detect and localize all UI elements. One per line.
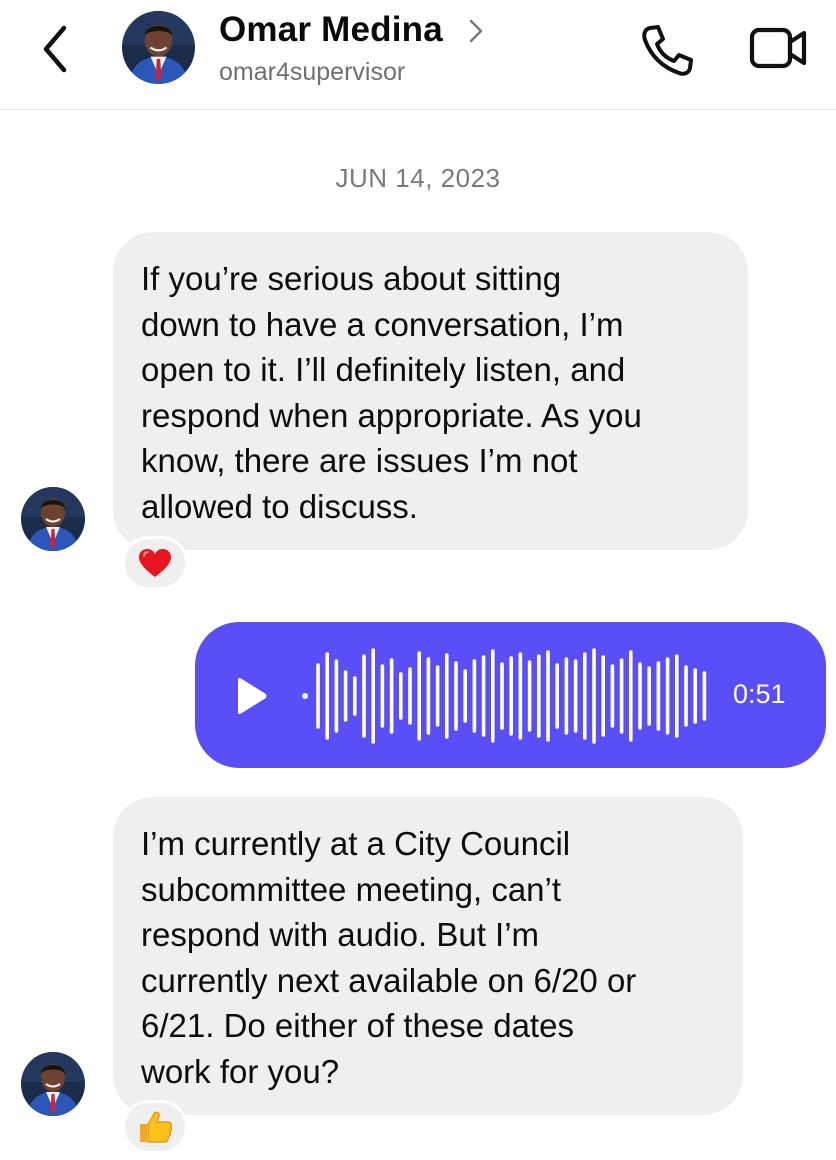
received-message-bubble[interactable]: If you’re serious about sitting down to …	[113, 232, 748, 550]
heart-reaction[interactable]	[122, 536, 188, 590]
message-line: respond with audio. But I’m	[141, 916, 540, 954]
phone-icon	[642, 25, 693, 76]
message-line: know, there are issues I’m not	[141, 442, 578, 480]
contact-handle: omar4supervisor	[219, 58, 406, 86]
message-line: respond when appropriate. As you	[141, 396, 642, 434]
video-call-button[interactable]	[748, 24, 810, 72]
chat-header: Omar Medina omar4supervisor	[0, 0, 836, 110]
received-message-bubble[interactable]: I’m currently at a City Council subcommi…	[113, 797, 743, 1115]
sender-avatar[interactable]	[21, 1052, 85, 1116]
waveform-dot	[302, 693, 308, 699]
chevron-left-icon	[43, 25, 67, 73]
date-separator: JUN 14, 2023	[335, 163, 501, 193]
message-line: subcommittee meeting, can’t	[141, 870, 562, 908]
chevron-right-icon[interactable]	[466, 16, 486, 46]
audio-waveform[interactable]	[293, 646, 713, 746]
message-line: currently next available on 6/20 or	[141, 961, 637, 999]
thumbs-up-icon	[140, 1111, 173, 1143]
message-line: down to have a conversation, I’m	[141, 305, 624, 343]
back-button[interactable]	[36, 22, 80, 76]
contact-avatar[interactable]	[122, 11, 195, 84]
play-button[interactable]	[233, 676, 269, 716]
sender-avatar[interactable]	[21, 487, 85, 551]
thumbs-up-reaction[interactable]	[122, 1100, 188, 1154]
contact-name[interactable]: Omar Medina	[219, 10, 443, 50]
message-line: If you’re serious about sitting	[141, 260, 562, 297]
message-line: open to it. I’ll definitely listen, and	[141, 351, 626, 389]
sent-voice-message[interactable]: 0:51	[195, 622, 826, 768]
video-camera-icon	[749, 27, 807, 69]
red-heart-icon	[139, 549, 171, 577]
message-line: 6/21. Do either of these dates	[141, 1007, 574, 1045]
play-icon	[238, 678, 267, 714]
message-line: work for you?	[141, 1052, 340, 1090]
message-line: I’m currently at a City Council	[141, 825, 571, 862]
voice-duration: 0:51	[733, 679, 786, 709]
message-line: allowed to discuss.	[141, 487, 418, 525]
audio-call-button[interactable]	[636, 22, 696, 78]
